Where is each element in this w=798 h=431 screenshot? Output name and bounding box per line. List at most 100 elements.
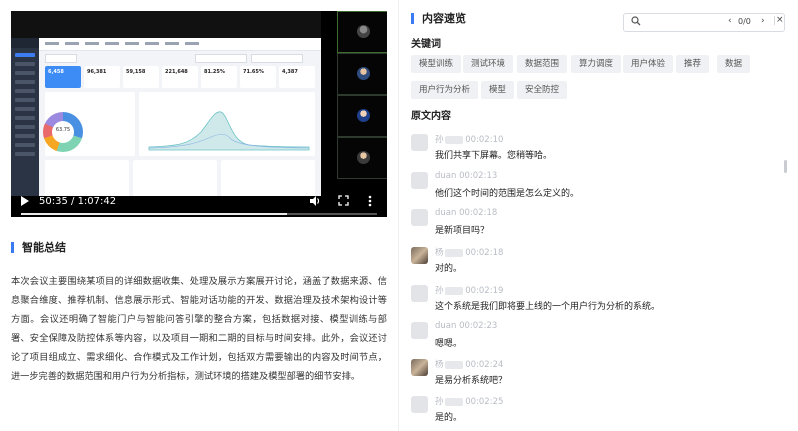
participant-avatar [357, 67, 370, 80]
keyword-tag[interactable]: 安全防控 [517, 81, 568, 99]
search-box: ‹ 0/0 › | × [623, 13, 785, 32]
participant-tile[interactable] [337, 137, 387, 179]
avatar [411, 285, 428, 302]
message-time: 00:02:25 [465, 397, 504, 407]
kpi-card: 59,158 [123, 66, 159, 88]
prev-match-button[interactable]: ‹ [728, 16, 732, 26]
keyword-tag[interactable]: 测试环境 [463, 55, 514, 73]
speaker-name: 杨 [435, 248, 444, 258]
summary-text: 本次会议主要围绕某项目的详细数据收集、处理及展示方案展开讨论，涵盖了数据来源、信… [11, 276, 387, 382]
content-overview-pane: 内容速览 ‹ 0/0 › | × 关键词 模型训练 测试环境 数据范围 算力调度… [398, 0, 798, 431]
message-time: 00:02:18 [459, 208, 498, 218]
left-pane: 6,458 96,381 59,158 221,648 81.25% 71.65… [0, 0, 398, 431]
close-search-button[interactable]: × [776, 15, 784, 25]
kpi-value: 221,648 [165, 69, 188, 75]
participant-avatar [357, 151, 370, 164]
message-time: 00:02:23 [459, 321, 498, 331]
transcript-message[interactable]: 孙 00:02:25 是的。 [411, 392, 781, 430]
transcript-message[interactable]: 孙 00:02:10 我们共享下屏幕。您稍等哈。 [411, 130, 781, 168]
kpi-value: 4,387 [282, 69, 298, 75]
video-controls: 50:35 / 1:07:42 [11, 185, 387, 217]
area-chart-graphic [148, 111, 310, 151]
kpi-card: 6,458 [45, 66, 81, 88]
shared-screen: 6,458 96,381 59,158 221,648 81.25% 71.65… [11, 11, 321, 196]
message-time: 00:02:19 [465, 286, 504, 296]
transcript-message[interactable]: duan 00:02:23 嗯嗯。 [411, 318, 781, 356]
video-player[interactable]: 6,458 96,381 59,158 221,648 81.25% 71.65… [11, 11, 387, 217]
avatar [411, 247, 428, 264]
keyword-tag[interactable]: 数据 [717, 55, 751, 73]
transcript-message[interactable]: 杨 00:02:18 对的。 [411, 243, 781, 281]
message-text: 嗯嗯。 [435, 339, 463, 349]
next-match-button[interactable]: › [761, 16, 765, 26]
keyword-tag[interactable]: 模型训练 [411, 55, 462, 73]
kpi-value: 96,381 [87, 69, 107, 75]
time-separator: / [67, 196, 78, 207]
kpi-card: 4,387 [279, 66, 315, 88]
message-text: 这个系统是我们即将要上线的一个用户行为分析的系统。 [435, 302, 661, 312]
speaker-name: duan [435, 171, 457, 181]
keyword-tag[interactable]: 数据范围 [517, 55, 568, 73]
transcript-message[interactable]: duan 00:02:13 他们这个时间的范围是怎么定义的。 [411, 168, 781, 206]
dashboard-sidebar [11, 38, 39, 196]
more-vertical-icon[interactable] [368, 195, 372, 210]
message-text: 他们这个时间的范围是怎么定义的。 [435, 189, 580, 199]
participant-thumbnails [337, 11, 387, 185]
avatar [411, 209, 428, 226]
participant-tile[interactable] [337, 53, 387, 95]
speaker-name: duan [435, 321, 457, 331]
video-progress-fill [21, 213, 287, 215]
shared-app-dashboard: 6,458 96,381 59,158 221,648 81.25% 71.65… [11, 38, 321, 196]
speaker-name: 孙 [435, 286, 444, 296]
avatar [411, 396, 428, 413]
video-progress-bar[interactable] [21, 213, 377, 215]
message-text: 对的。 [435, 264, 463, 274]
message-text: 是新项目吗？ [435, 226, 490, 236]
fullscreen-icon[interactable] [338, 195, 349, 209]
avatar [411, 134, 428, 151]
transcript-scrollbar[interactable] [784, 160, 787, 173]
transcript-heading: 原文内容 [411, 111, 451, 122]
keyword-tag[interactable]: 模型 [481, 81, 515, 99]
participant-tile[interactable] [337, 95, 387, 137]
volume-icon[interactable] [309, 195, 321, 210]
message-time: 00:02:24 [465, 360, 504, 370]
keyword-tag[interactable]: 用户行为分析 [411, 81, 479, 99]
participant-avatar [357, 25, 370, 38]
keyword-tag[interactable]: 算力调度 [571, 55, 622, 73]
message-time: 00:02:10 [465, 135, 504, 145]
transcript-message[interactable]: 杨 00:02:24 是易分析系统吧？ [411, 355, 781, 393]
message-text: 我们共享下屏幕。您稍等哈。 [435, 151, 553, 161]
kpi-value: 6,458 [48, 69, 64, 75]
transcript-message[interactable]: 孙 00:02:19 这个系统是我们即将要上线的一个用户行为分析的系统。 [411, 281, 781, 319]
speaker-name: duan [435, 208, 457, 218]
kpi-card: 221,648 [162, 66, 198, 88]
duration: 1:07:42 [77, 196, 117, 207]
message-time: 00:02:18 [465, 248, 504, 258]
match-count: 0/0 [738, 17, 751, 26]
current-time: 50:35 [39, 196, 68, 207]
transcript-message[interactable]: duan 00:02:18 是新项目吗？ [411, 205, 781, 243]
search-input[interactable] [644, 16, 726, 30]
time-display: 50:35 / 1:07:42 [39, 196, 116, 207]
speaker-name: 杨 [435, 360, 444, 370]
message-text: 是易分析系统吧？ [435, 376, 508, 386]
dashboard-topbar [39, 38, 321, 51]
area-chart-panel [139, 92, 315, 156]
keyword-tag[interactable]: 推荐 [676, 55, 710, 73]
participant-tile[interactable] [337, 11, 387, 53]
message-text: 是的。 [435, 413, 463, 423]
kpi-value: 81.25% [204, 69, 225, 75]
avatar [411, 172, 428, 189]
kpi-value: 71.65% [243, 69, 264, 75]
speaker-name: 孙 [435, 135, 444, 145]
kpi-card: 71.65% [240, 66, 276, 88]
avatar [411, 359, 428, 376]
keyword-tag[interactable]: 用户体验 [623, 55, 674, 73]
kpi-card: 96,381 [84, 66, 120, 88]
participant-avatar [357, 109, 370, 122]
play-icon[interactable] [21, 196, 29, 206]
kpi-cards: 6,458 96,381 59,158 221,648 81.25% 71.65… [45, 66, 315, 88]
donut-center-value: 63.75 [55, 127, 71, 133]
keywords-heading: 关键词 [411, 39, 441, 50]
